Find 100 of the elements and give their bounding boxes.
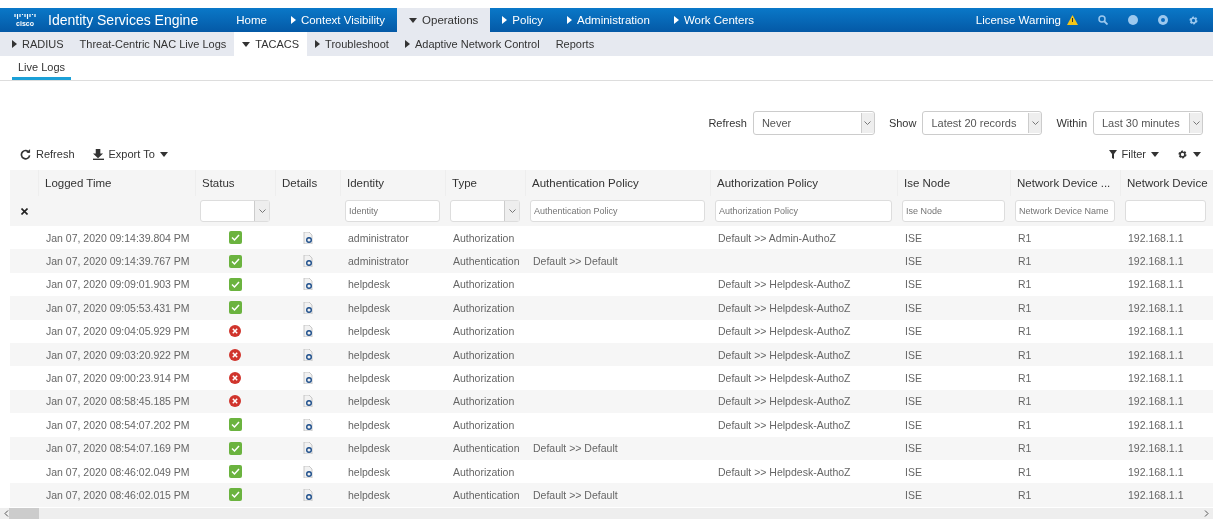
settings-icon[interactable] (1177, 148, 1188, 160)
table-cell: ISE (905, 301, 922, 314)
details-icon[interactable] (302, 465, 313, 478)
table-cell: Authorization (453, 395, 515, 408)
table-cell: ISE (905, 325, 922, 338)
settings-button[interactable] (1177, 148, 1201, 160)
check-icon (228, 254, 242, 268)
details-icon[interactable] (302, 231, 313, 244)
chevron-down-icon (864, 120, 872, 126)
table-cell: Authorization (453, 372, 515, 385)
table-cell: Authorization (453, 348, 515, 361)
table-cell: ISE (905, 255, 922, 268)
table-cell: Jan 07, 2020 09:14:39.767 PM (46, 255, 190, 268)
table-cell: administrator (348, 231, 409, 244)
filter-field[interactable]: Identity (345, 200, 440, 222)
export-button[interactable]: Export To (92, 148, 168, 160)
dropdown[interactable]: Last 30 minutes (1093, 111, 1203, 135)
table-cell: helpdesk (348, 465, 391, 478)
caret-icon (290, 16, 296, 24)
caret-icon (404, 40, 410, 48)
table-cell: 192.168.1.1 (1128, 231, 1184, 244)
refresh-button[interactable]: Refresh (20, 148, 75, 160)
table-cell: Authorization (453, 301, 515, 314)
filter-field[interactable] (1125, 200, 1206, 222)
table-cell: Authentication (453, 489, 520, 501)
table-cell: 192.168.1.1 (1128, 255, 1184, 268)
table-cell: Default >> Helpdesk-AuthoZ (718, 465, 851, 478)
details-icon[interactable] (302, 489, 313, 501)
horizontal-scrollbar[interactable] (0, 507, 1213, 519)
table-cell: R1 (1018, 442, 1032, 455)
filter-field[interactable]: Ise Node (902, 200, 1005, 222)
subnav-tab[interactable]: Reports (547, 32, 603, 56)
table-cell: R1 (1018, 489, 1032, 501)
table-cell: 192.168.1.1 (1128, 418, 1184, 431)
details-icon[interactable] (302, 255, 313, 268)
subnav-tab[interactable]: Troubleshoot (307, 32, 397, 56)
details-icon[interactable] (302, 278, 313, 291)
search-icon[interactable] (1098, 15, 1108, 25)
table-cell: Default >> Default (533, 489, 618, 501)
details-icon[interactable] (302, 372, 313, 385)
filter-field[interactable]: Authorization Policy (715, 200, 892, 222)
nav-tab[interactable]: Context Visibility (278, 8, 398, 32)
table-cell: Authorization (453, 465, 515, 478)
table-cell: R1 (1018, 372, 1032, 385)
control-label: Show (888, 117, 917, 129)
scrollbar-thumb[interactable] (9, 507, 39, 519)
table-cell: Jan 07, 2020 08:46:02.049 PM (46, 465, 190, 478)
table-cell: ISE (905, 489, 922, 501)
nav-tab[interactable]: Policy (490, 8, 555, 32)
details-icon[interactable] (302, 301, 313, 314)
clear-filter-icon[interactable] (20, 207, 28, 215)
nav-tab[interactable]: Home (224, 8, 279, 32)
table-cell: 192.168.1.1 (1128, 301, 1184, 314)
table-cell: Default >> Helpdesk-AuthoZ (718, 372, 851, 385)
export-icon (92, 148, 104, 160)
check-icon (228, 301, 242, 315)
filter-field[interactable]: Network Device Name (1015, 200, 1115, 222)
circle-icon[interactable] (1158, 15, 1168, 25)
details-icon[interactable] (302, 442, 313, 455)
chevron-down-icon (508, 208, 516, 214)
details-icon[interactable] (302, 325, 313, 338)
check-icon (228, 418, 242, 432)
filter-button[interactable]: Filter (1108, 148, 1159, 160)
chevron-down-icon (258, 208, 266, 214)
caret-icon (1151, 151, 1159, 157)
filter-field[interactable]: Authentication Policy (530, 200, 705, 222)
subnav-tab[interactable]: RADIUS (4, 32, 72, 56)
table-cell: R1 (1018, 255, 1032, 268)
table-cell: helpdesk (348, 489, 391, 501)
caret-icon (673, 16, 679, 24)
table-cell: 192.168.1.1 (1128, 325, 1184, 338)
license-warning-link[interactable]: License Warning (975, 14, 1061, 26)
details-icon[interactable] (302, 418, 313, 431)
table-cell: helpdesk (348, 395, 391, 408)
live-logs-tab[interactable]: Live Logs (12, 56, 72, 80)
nav-tab[interactable]: Operations (397, 8, 491, 32)
help-icon[interactable] (1128, 15, 1138, 25)
dropdown[interactable]: Latest 20 records (922, 111, 1043, 135)
nav-tab[interactable]: Administration (555, 8, 662, 32)
subnav-tab[interactable]: Threat-Centric NAC Live Logs (71, 32, 235, 56)
table-cell: administrator (348, 255, 409, 268)
table-cell: Jan 07, 2020 09:03:20.922 PM (46, 348, 190, 361)
table-cell: Jan 07, 2020 09:05:53.431 PM (46, 301, 190, 314)
table-cell: R1 (1018, 325, 1032, 338)
subnav-tab[interactable]: TACACS (234, 32, 308, 56)
caret-icon (502, 16, 508, 24)
table-cell: 192.168.1.1 (1128, 372, 1184, 385)
warning-icon (1067, 15, 1078, 25)
details-icon[interactable] (302, 348, 313, 361)
table-cell: 192.168.1.1 (1128, 489, 1184, 501)
table-cell: Jan 07, 2020 09:09:01.903 PM (46, 278, 190, 291)
dropdown[interactable]: Never (752, 111, 875, 135)
table-cell: R1 (1018, 465, 1032, 478)
table-cell: helpdesk (348, 372, 391, 385)
subnav-tab[interactable]: Adaptive Network Control (396, 32, 548, 56)
table-cell: Jan 07, 2020 08:54:07.202 PM (46, 418, 190, 431)
table-cell: Authentication (453, 442, 520, 455)
details-icon[interactable] (302, 395, 313, 408)
nav-tab[interactable]: Work Centers (661, 8, 766, 32)
product-title: Identity Services Engine (48, 11, 199, 30)
